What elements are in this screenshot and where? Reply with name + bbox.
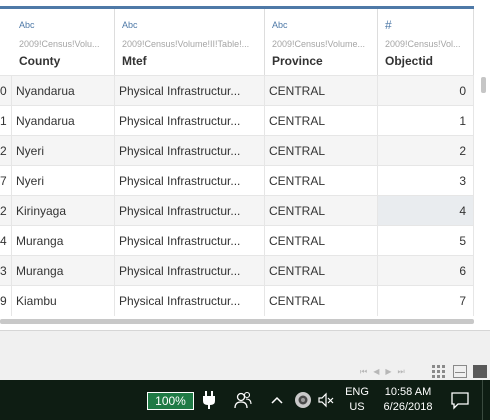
row-id-cell: 1 — [0, 106, 12, 136]
status-bar: ⏮ ◀ ▶ ⏭ — [0, 330, 490, 381]
language-code: ENG — [345, 386, 369, 398]
objectid-cell[interactable]: 0 — [378, 76, 474, 106]
table-row[interactable]: 9 Kiambu Physical Infrastructur... CENTR… — [0, 285, 474, 316]
objectid-cell[interactable]: 2 — [378, 136, 474, 166]
province-cell[interactable]: CENTRAL — [265, 76, 378, 106]
column-header[interactable]: Abc 2009!Census!Volu... County — [12, 9, 115, 75]
table-row[interactable]: 2 Nyeri Physical Infrastructur... CENTRA… — [0, 135, 474, 166]
table-row[interactable]: 1 Nyandarua Physical Infrastructur... CE… — [0, 105, 474, 136]
province-cell[interactable]: CENTRAL — [265, 226, 378, 256]
column-header[interactable]: Abc 2009!Census!Volume... Province — [265, 9, 378, 75]
mtef-cell[interactable]: Physical Infrastructur... — [115, 226, 265, 256]
objectid-cell[interactable]: 6 — [378, 256, 474, 286]
mtef-cell[interactable]: Physical Infrastructur... — [115, 136, 265, 166]
objectid-cell-selected[interactable]: 4 — [378, 196, 474, 226]
string-type-icon[interactable]: Abc — [272, 20, 288, 30]
column-name: Objectid — [385, 54, 434, 68]
objectid-cell[interactable]: 5 — [378, 226, 474, 256]
column-name: Province — [272, 54, 323, 68]
chevron-up-icon[interactable] — [270, 390, 284, 410]
column-name: Mtef — [122, 54, 147, 68]
province-cell[interactable]: CENTRAL — [265, 106, 378, 136]
row-id-cell: 2 — [0, 196, 12, 226]
objectid-cell[interactable]: 3 — [378, 166, 474, 196]
mtef-cell[interactable]: Physical Infrastructur... — [115, 106, 265, 136]
clock-date: 6/26/2018 — [383, 401, 433, 413]
last-page-icon[interactable]: ⏭ — [398, 367, 405, 377]
vertical-scrollbar-thumb[interactable] — [481, 77, 486, 93]
county-cell[interactable]: Nyeri — [12, 136, 115, 166]
objectid-cell[interactable]: 1 — [378, 106, 474, 136]
number-type-icon[interactable]: # — [385, 18, 392, 32]
language-region: US — [349, 401, 365, 413]
column-name: County — [19, 54, 61, 68]
mtef-cell[interactable]: Physical Infrastructur... — [115, 166, 265, 196]
data-grid: Abc 2009!Census!Volu... County Abc 2009!… — [0, 0, 490, 330]
mtef-cell[interactable]: Physical Infrastructur... — [115, 286, 265, 316]
county-cell[interactable]: Nyandarua — [12, 76, 115, 106]
string-type-icon[interactable]: Abc — [122, 20, 138, 30]
system-clock[interactable]: 10:58 AM 6/26/2018 — [378, 385, 438, 415]
province-cell[interactable]: CENTRAL — [265, 166, 378, 196]
mtef-cell[interactable]: Physical Infrastructur... — [115, 76, 265, 106]
row-id-cell: 7 — [0, 166, 12, 196]
province-cell[interactable]: CENTRAL — [265, 136, 378, 166]
power-plug-icon[interactable] — [202, 390, 216, 410]
column-source-label: 2009!Census!Vol... — [385, 39, 461, 49]
people-icon[interactable] — [234, 390, 252, 410]
full-view-icon[interactable] — [473, 365, 487, 378]
mtef-cell[interactable]: Physical Infrastructur... — [115, 196, 265, 226]
row-id-cell: 2 — [0, 136, 12, 166]
county-cell[interactable]: Kiambu — [12, 286, 115, 316]
province-cell[interactable]: CENTRAL — [265, 256, 378, 286]
page-navigator: ⏮ ◀ ▶ ⏭ — [360, 367, 422, 377]
row-id-cell: 4 — [0, 226, 12, 256]
speaker-muted-icon[interactable] — [318, 390, 334, 410]
clock-time: 10:58 AM — [384, 386, 432, 398]
row-id-cell: 0 — [0, 76, 12, 106]
horizontal-scrollbar[interactable] — [0, 319, 474, 324]
column-source-label: 2009!Census!Volume... — [272, 39, 366, 49]
next-page-icon[interactable]: ▶ — [385, 367, 391, 377]
county-cell[interactable]: Nyeri — [12, 166, 115, 196]
table-row[interactable]: 7 Nyeri Physical Infrastructur... CENTRA… — [0, 165, 474, 196]
first-page-icon[interactable]: ⏮ — [360, 367, 367, 377]
zoom-level-badge[interactable]: 100% — [147, 392, 194, 410]
language-indicator[interactable]: ENG US — [343, 385, 371, 415]
county-cell[interactable]: Muranga — [12, 226, 115, 256]
province-cell[interactable]: CENTRAL — [265, 286, 378, 316]
notification-icon[interactable] — [450, 390, 470, 410]
row-id-cell: 3 — [0, 256, 12, 286]
county-cell[interactable]: Kirinyaga — [12, 196, 115, 226]
show-desktop-button[interactable] — [482, 380, 490, 420]
table-row[interactable]: 0 Nyandarua Physical Infrastructur... CE… — [0, 75, 474, 106]
objectid-cell[interactable]: 7 — [378, 286, 474, 316]
county-cell[interactable]: Muranga — [12, 256, 115, 286]
list-view-icon[interactable] — [453, 365, 467, 378]
column-source-label: 2009!Census!Volu... — [19, 39, 100, 49]
column-header[interactable]: Abc 2009!Census!Volume!II!Table!... Mtef — [115, 9, 265, 75]
column-header[interactable]: # 2009!Census!Vol... Objectid — [378, 9, 474, 75]
grid-view-icon[interactable] — [432, 365, 446, 378]
table-row[interactable]: 2 Kirinyaga Physical Infrastructur... CE… — [0, 195, 474, 226]
camera-icon[interactable] — [294, 390, 312, 410]
county-cell[interactable]: Nyandarua — [12, 106, 115, 136]
table-row[interactable]: 3 Muranga Physical Infrastructur... CENT… — [0, 255, 474, 286]
table-row[interactable]: 4 Muranga Physical Infrastructur... CENT… — [0, 225, 474, 256]
windows-taskbar: 100% ENG US 10:58 AM 6/26/2018 — [0, 380, 490, 420]
row-id-cell: 9 — [0, 286, 12, 316]
column-source-label: 2009!Census!Volume!II!Table!... — [122, 39, 250, 49]
province-cell[interactable]: CENTRAL — [265, 196, 378, 226]
previous-page-icon[interactable]: ◀ — [373, 367, 379, 377]
string-type-icon[interactable]: Abc — [19, 20, 35, 30]
mtef-cell[interactable]: Physical Infrastructur... — [115, 256, 265, 286]
